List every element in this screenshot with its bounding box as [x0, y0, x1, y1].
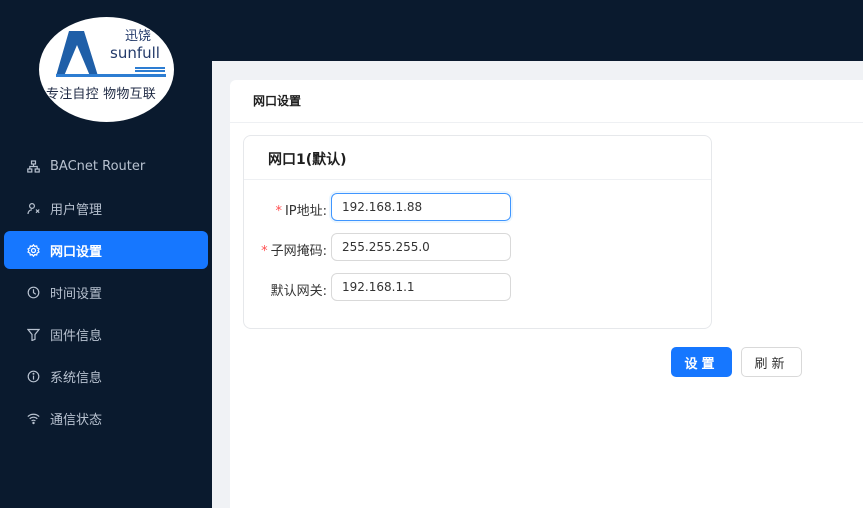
company-logo: 迅饶 sunfull 专注自控 物物互联 [39, 17, 174, 122]
sidebar-item-label: BACnet Router [50, 158, 146, 174]
sidebar-menu: BACnet Router 用户管理 网口设置 时间设置 固件信息 系统信息 通… [0, 147, 212, 441]
sidebar-item-label: 网口设置 [50, 244, 103, 260]
gateway-input[interactable] [331, 273, 511, 301]
panel-divider [230, 122, 863, 123]
subnet-mask-row: * 子网掩码: [244, 233, 711, 263]
page-title: 网口设置 [253, 94, 302, 108]
sidebar-item-system-info[interactable]: 系统信息 [4, 357, 208, 395]
sidebar-item-label: 系统信息 [50, 370, 103, 386]
gateway-row: 默认网关: [244, 273, 711, 303]
card-divider [244, 179, 711, 180]
refresh-button[interactable]: 刷新 [741, 347, 802, 377]
logo-slogan: 专注自控 物物互联 [46, 87, 156, 102]
user-management-icon [26, 201, 40, 215]
sidebar-item-bacnet-router[interactable]: BACnet Router [4, 147, 208, 185]
info-icon [26, 369, 40, 383]
network-icon [26, 159, 40, 173]
logo-mark-icon [56, 31, 166, 77]
gear-icon [26, 243, 40, 257]
sidebar-item-communication-status[interactable]: 通信状态 [4, 399, 208, 437]
sidebar-item-label: 时间设置 [50, 286, 103, 302]
network-port-card: 网口1(默认) *IP地址: *子网掩码: 默认网关: [243, 135, 712, 329]
subnet-mask-label: * 子网掩码: [261, 244, 327, 259]
sidebar-item-time-settings[interactable]: 时间设置 [4, 273, 208, 311]
ip-address-row: * IP地址: [244, 193, 711, 223]
ip-address-label: * IP地址: [275, 204, 327, 219]
card-title: 网口1(默认) [268, 152, 347, 168]
subnet-mask-input[interactable] [331, 233, 511, 261]
logo-chinese-name: 迅饶 [125, 29, 152, 44]
wifi-icon [26, 411, 40, 425]
required-mark: * [275, 204, 282, 219]
sidebar-item-user-management[interactable]: 用户管理 [4, 189, 208, 227]
sidebar-item-network-settings[interactable]: 网口设置 [4, 231, 208, 269]
settings-panel: 网口设置 网口1(默认) *IP地址: *子网掩码: 默认网关: 设置 刷新 [230, 80, 863, 508]
main-content: 网口设置 网口1(默认) *IP地址: *子网掩码: 默认网关: 设置 刷新 [212, 61, 863, 508]
gateway-label: 默认网关: [270, 284, 327, 299]
sidebar-item-label: 通信状态 [50, 412, 103, 428]
required-mark: * [261, 244, 268, 259]
sidebar-item-firmware-info[interactable]: 固件信息 [4, 315, 208, 353]
sidebar-item-label: 用户管理 [50, 202, 103, 218]
ip-address-input[interactable] [331, 193, 511, 221]
sidebar-item-label: 固件信息 [50, 328, 103, 344]
set-button[interactable]: 设置 [671, 347, 732, 377]
filter-icon [26, 327, 40, 341]
clock-icon [26, 285, 40, 299]
sidebar: 迅饶 sunfull 专注自控 物物互联 BACnet Router 用户管理 [0, 0, 212, 508]
logo-brand-name: sunfull [110, 44, 160, 62]
